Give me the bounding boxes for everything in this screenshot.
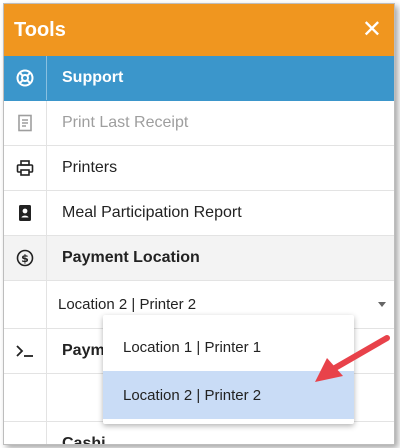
menu-item-label: Printers — [62, 159, 118, 176]
dropdown-caret-icon — [378, 302, 386, 307]
panel-header: Tools ✕ — [4, 4, 394, 56]
receipt-icon — [4, 101, 47, 145]
lifebuoy-icon — [4, 56, 47, 100]
annotation-arrow-icon — [315, 335, 390, 382]
panel-title: Tools — [14, 18, 66, 41]
empty-icon-cell — [4, 281, 47, 328]
menu-item-meal-participation-report[interactable]: Meal Participation Report — [4, 191, 394, 236]
menu-item-support[interactable]: Support — [4, 56, 394, 101]
menu-item-label: Support — [62, 69, 124, 86]
menu-item-printers[interactable]: Printers — [4, 146, 394, 191]
menu-item-print-last-receipt[interactable]: Print Last Receipt — [4, 101, 394, 146]
menu-item-cashier[interactable]: Cashi — [4, 422, 394, 445]
empty-icon-cell — [4, 374, 47, 421]
section-payment-location: $ Payment Location — [4, 236, 394, 281]
svg-text:$: $ — [21, 252, 29, 265]
menu-item-label: Cashi — [62, 435, 106, 445]
printer-icon — [4, 146, 47, 190]
close-icon[interactable]: ✕ — [362, 18, 382, 42]
empty-icon-cell — [4, 422, 47, 444]
menu-item-label: Print Last Receipt — [62, 114, 189, 131]
menu-item-label: Meal Participation Report — [62, 204, 242, 221]
terminal-icon — [4, 329, 47, 373]
dollar-circle-icon: $ — [4, 236, 47, 280]
menu-item-label: Paym — [62, 342, 105, 359]
section-label: Payment Location — [62, 249, 200, 266]
contact-card-icon — [4, 191, 47, 235]
selected-value: Location 2 | Printer 2 — [58, 296, 197, 313]
